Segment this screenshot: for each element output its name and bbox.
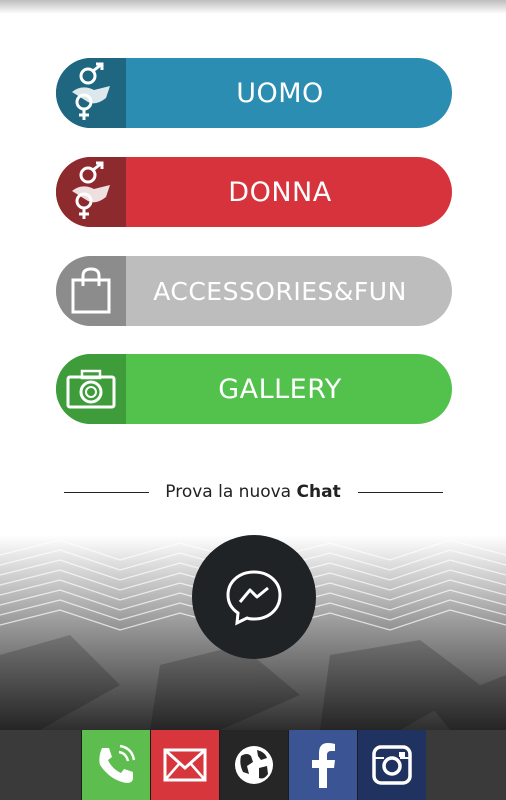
accessories-label: ACCESSORIES&FUN: [153, 276, 407, 306]
globe-icon: [234, 746, 273, 784]
gallery-button[interactable]: GALLERY: [56, 354, 452, 424]
gender-symbols-icon: [56, 157, 126, 227]
gallery-label: GALLERY: [218, 373, 342, 405]
instagram-icon: [371, 745, 412, 785]
phone-button[interactable]: [80, 730, 150, 800]
gender-symbols-icon: [56, 58, 126, 128]
accessories-button[interactable]: ACCESSORIES&FUN: [56, 256, 452, 326]
instagram-button[interactable]: [356, 730, 426, 800]
facebook-button[interactable]: [287, 730, 357, 800]
website-button[interactable]: [218, 730, 288, 800]
messenger-icon: [226, 570, 282, 626]
phone-icon: [98, 744, 135, 783]
top-shadow: [0, 0, 506, 14]
uomo-label: UOMO: [236, 77, 324, 109]
chat-promo-bold: Chat: [296, 482, 341, 502]
bottom-contact-bar: [0, 730, 506, 800]
chat-promo: Prova la nuova Chat: [0, 478, 506, 508]
camera-icon: [56, 354, 126, 424]
uomo-button[interactable]: UOMO: [56, 58, 452, 128]
mail-icon: [163, 748, 206, 782]
donna-button[interactable]: DONNA: [56, 157, 452, 227]
donna-label: DONNA: [228, 176, 332, 208]
messenger-chat-button[interactable]: [192, 535, 316, 659]
divider-right: [358, 492, 443, 493]
facebook-icon: [311, 743, 335, 788]
mail-button[interactable]: [149, 730, 219, 800]
shopping-bag-icon: [56, 256, 126, 326]
chat-promo-prefix: Prova la nuova: [165, 482, 297, 502]
